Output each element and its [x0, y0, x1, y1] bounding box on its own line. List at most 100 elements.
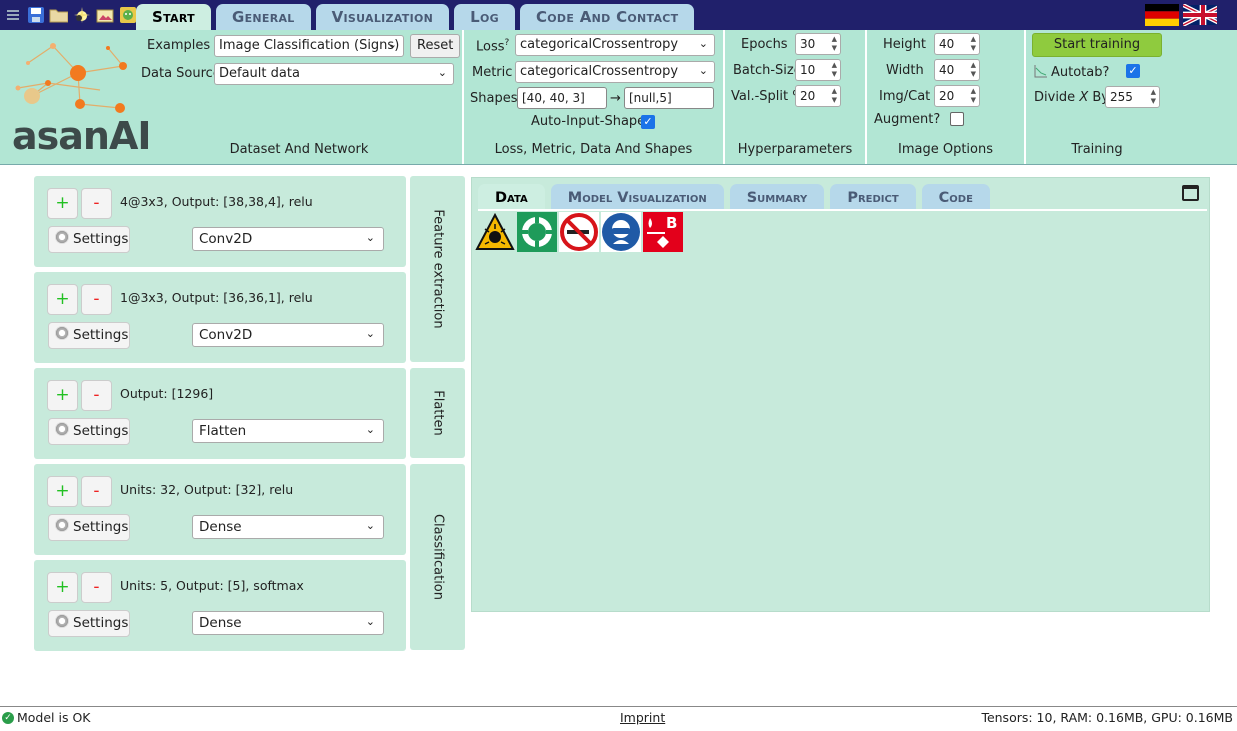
val-split-input[interactable]: 20 ▲ ▼	[795, 85, 841, 107]
ribbon: asanAI Examples Image Classification (Si…	[0, 30, 1237, 165]
tab-data[interactable]: Data	[478, 184, 545, 210]
help-icon[interactable]: ?	[505, 38, 510, 48]
add-layer-button[interactable]: +	[47, 284, 78, 315]
training-group: Start training Autotab? ✓ Divide X By: 2…	[1026, 30, 1168, 164]
loss-group: Loss? categoricalCrossentropy ⌄ Metric ca…	[464, 30, 725, 164]
spinner-icon[interactable]: ▲ ▼	[1151, 88, 1156, 106]
tab-predict[interactable]: Predict	[830, 184, 916, 210]
save-icon[interactable]	[26, 5, 45, 24]
layer-description: Units: 32, Output: [32], relu	[120, 482, 294, 497]
tab-code-and-contact[interactable]: Code And Contact	[519, 4, 695, 30]
spinner-icon[interactable]: ▲ ▼	[832, 61, 837, 79]
group-classification: Classification	[410, 464, 465, 650]
img-per-cat-label: Img/Cat	[879, 89, 931, 104]
tab-general[interactable]: General	[215, 4, 311, 30]
input-shape-field[interactable]: [40, 40, 3]	[517, 87, 607, 109]
remove-layer-button[interactable]: -	[81, 476, 112, 507]
loss-select[interactable]: categoricalCrossentropy ⌄	[515, 34, 715, 56]
autotab-checkbox[interactable]: ✓	[1126, 64, 1140, 78]
group-flatten: Flatten	[410, 368, 465, 458]
chart-icon	[1034, 64, 1048, 82]
chevron-down-icon: ⌄	[698, 64, 708, 77]
width-input[interactable]: 40 ▲ ▼	[934, 59, 980, 81]
remove-layer-button[interactable]: -	[81, 380, 112, 411]
main-tabs: Start General Visualization Log Code And…	[136, 4, 695, 30]
spinner-icon[interactable]: ▲ ▼	[832, 87, 837, 105]
add-layer-button[interactable]: +	[47, 188, 78, 219]
reset-button[interactable]: Reset	[410, 34, 461, 58]
fire-class-b-sign-icon: B	[643, 212, 683, 252]
autotab-label: Autotab?	[1051, 65, 1110, 80]
epochs-input[interactable]: 30 ▲ ▼	[795, 33, 841, 55]
layer-card: + - Output: [1296] Settings Flatten ⌄	[34, 368, 406, 459]
network-graphic-icon	[15, 43, 127, 113]
folder-icon[interactable]	[49, 5, 68, 24]
tab-model-visualization[interactable]: Model Visualization	[550, 184, 724, 210]
chevron-down-icon: ⌄	[365, 423, 375, 436]
tab-divider	[478, 209, 1207, 211]
layer-settings-button[interactable]: Settings	[48, 322, 130, 349]
height-input[interactable]: 40 ▲ ▼	[934, 33, 980, 55]
start-training-button[interactable]: Start training	[1032, 33, 1162, 57]
spinner-icon[interactable]: ▲ ▼	[971, 35, 976, 53]
layer-settings-button[interactable]: Settings	[48, 514, 130, 541]
gear-icon	[55, 614, 69, 628]
chevron-down-icon: ⌄	[365, 231, 375, 244]
cartoon-icon[interactable]	[118, 5, 137, 24]
image-upload-icon[interactable]	[95, 5, 114, 24]
menu-icon[interactable]	[3, 5, 22, 24]
data-source-select[interactable]: Default data ⌄	[214, 63, 454, 85]
layer-type-select[interactable]: Dense ⌄	[192, 611, 384, 635]
sparkle-icon[interactable]	[72, 5, 91, 24]
layer-card: + - 1@3x3, Output: [36,36,1], relu Setti…	[34, 272, 406, 363]
layer-type-select[interactable]: Conv2D ⌄	[192, 227, 384, 251]
auto-input-shape-label: Auto-Input-Shape?	[531, 114, 653, 129]
language-switcher	[1145, 4, 1217, 26]
maximize-icon[interactable]	[1182, 185, 1199, 201]
svg-text:B: B	[666, 214, 677, 232]
uk-flag-icon[interactable]	[1183, 4, 1217, 26]
spinner-icon[interactable]: ▲ ▼	[832, 35, 837, 53]
layer-settings-button[interactable]: Settings	[48, 610, 130, 637]
group-feature-extraction: Feature extraction	[410, 176, 465, 362]
examples-select[interactable]: Image Classification (Signs) ⌄	[214, 35, 404, 57]
layer-type-select[interactable]: Conv2D ⌄	[192, 323, 384, 347]
img-per-cat-input[interactable]: 20 ▲ ▼	[934, 85, 980, 107]
metric-select[interactable]: categoricalCrossentropy ⌄	[515, 61, 715, 83]
dataset-group: Examples Image Classification (Signs) ⌄ R…	[136, 30, 464, 164]
tab-summary[interactable]: Summary	[729, 184, 825, 210]
batch-size-input[interactable]: 10 ▲ ▼	[795, 59, 841, 81]
layer-type-select[interactable]: Flatten ⌄	[192, 419, 384, 443]
divide-by-input[interactable]: 255 ▲ ▼	[1105, 86, 1160, 108]
augment-checkbox[interactable]	[950, 112, 964, 126]
output-shape-field[interactable]: [null,5]	[624, 87, 714, 109]
tab-visualization[interactable]: Visualization	[315, 4, 450, 30]
imprint-link[interactable]: Imprint	[620, 710, 665, 725]
spinner-icon[interactable]: ▲ ▼	[971, 61, 976, 79]
layer-settings-button[interactable]: Settings	[48, 226, 130, 253]
layer-settings-button[interactable]: Settings	[48, 418, 130, 445]
dataset-group-title: Dataset And Network	[229, 142, 369, 157]
add-layer-button[interactable]: +	[47, 380, 78, 411]
auto-input-shape-checkbox[interactable]: ✓	[641, 115, 655, 129]
epochs-label: Epochs	[741, 37, 788, 52]
add-layer-button[interactable]: +	[47, 572, 78, 603]
tab-code[interactable]: Code	[921, 184, 990, 210]
val-split-label: Val.-Split %	[731, 89, 805, 104]
chevron-down-icon: ⌄	[698, 37, 708, 50]
loss-label: Loss?	[476, 38, 510, 55]
tab-start[interactable]: Start	[136, 4, 211, 30]
add-layer-button[interactable]: +	[47, 476, 78, 507]
remove-layer-button[interactable]: -	[81, 188, 112, 219]
layer-type-select[interactable]: Dense ⌄	[192, 515, 384, 539]
gear-icon	[55, 422, 69, 436]
german-flag-icon[interactable]	[1145, 4, 1179, 26]
remove-layer-button[interactable]: -	[81, 284, 112, 315]
tab-log[interactable]: Log	[454, 4, 515, 30]
remove-layer-button[interactable]: -	[81, 572, 112, 603]
hyperparameters-group-title: Hyperparameters	[737, 142, 853, 157]
spinner-icon[interactable]: ▲ ▼	[971, 87, 976, 105]
width-label: Width	[886, 63, 924, 78]
quick-toolbar	[3, 5, 137, 24]
augment-label: Augment?	[874, 112, 941, 127]
